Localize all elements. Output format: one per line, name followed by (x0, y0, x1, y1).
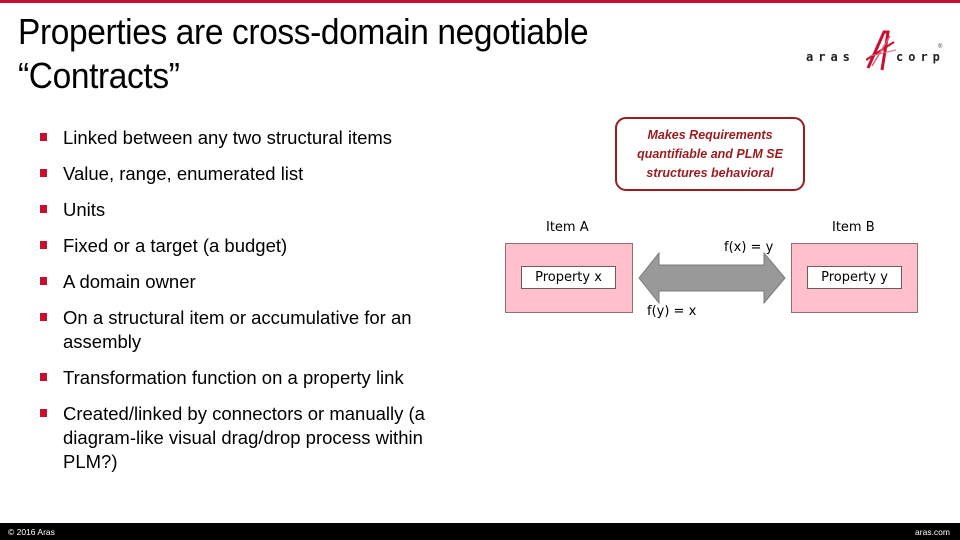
property-x-box: Property x (521, 266, 616, 289)
aras-a-swoosh-icon (866, 30, 896, 71)
bullet-item: Fixed or a target (a budget) (40, 234, 470, 258)
bullet-item: Value, range, enumerated list (40, 162, 470, 186)
bullet-item: Transformation function on a property li… (40, 366, 470, 390)
title-line-1: Properties are cross-domain negotiable (18, 11, 589, 52)
bullet-item: Linked between any two structural items (40, 126, 470, 150)
bullet-square-icon (40, 169, 47, 177)
footer-url: aras.com (915, 527, 950, 537)
logo-text-corp: corp (896, 50, 945, 64)
property-y-box: Property y (807, 266, 902, 289)
bullet-square-icon (40, 241, 47, 249)
bullet-square-icon (40, 133, 47, 141)
footer-bar: © 2016 Aras aras.com (0, 523, 960, 540)
callout-box: Makes Requirements quantifiable and PLM … (615, 117, 805, 191)
bullet-item: A domain owner (40, 270, 470, 294)
bullet-square-icon (40, 277, 47, 285)
registered-mark: ® (938, 44, 943, 50)
bullet-square-icon (40, 313, 47, 321)
bullet-item: Created/linked by connectors or manually… (40, 402, 463, 474)
top-accent-bar (0, 0, 960, 3)
copyright-text: © 2016 Aras (8, 527, 55, 537)
bullet-item: Units (40, 198, 470, 222)
bullet-item: On a structural item or accumulative for… (40, 306, 463, 354)
item-b-label: Item B (832, 220, 875, 235)
title-line-2: “Contracts” (18, 55, 180, 96)
logo-text-aras: aras (806, 50, 855, 64)
bullet-square-icon (40, 205, 47, 213)
bullet-square-icon (40, 373, 47, 381)
reverse-function-label: f(y) = x (647, 304, 697, 319)
double-headed-arrow-icon (638, 252, 786, 304)
bullet-square-icon (40, 409, 47, 417)
item-a-label: Item A (546, 220, 589, 235)
slide-title: Properties are cross-domain negotiable “… (18, 10, 706, 98)
aras-corp-logo: aras corp ® (806, 30, 946, 71)
bullet-list: Linked between any two structural items … (40, 126, 470, 486)
callout-text: Makes Requirements quantifiable and PLM … (637, 127, 783, 180)
